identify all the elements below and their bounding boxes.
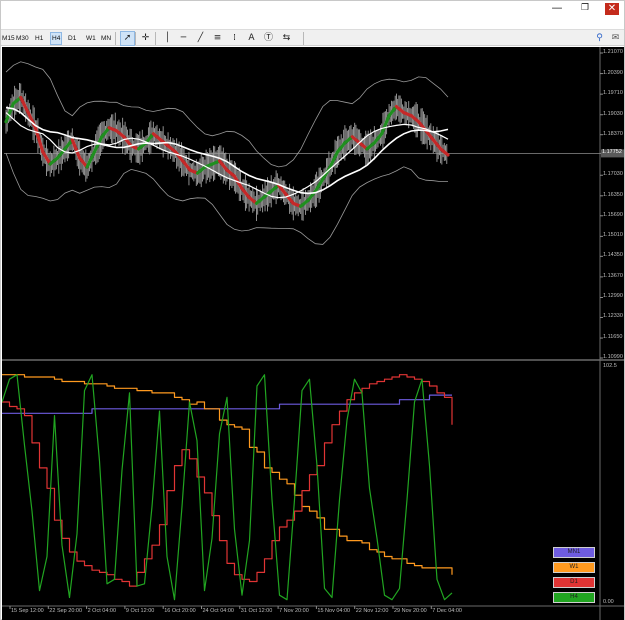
terminal-window: — ❐ ✕ M15 M30 H1 H4 D1 W1 MN ➚ ✛ │ ─ ╱ ≡ ⁞ A Ⓣ ⇆ ⚲ ✉ 1.… <box>0 0 625 620</box>
time-label: 7 Nov 20:00 <box>279 608 309 614</box>
vertical-line-icon[interactable]: │ <box>161 32 174 45</box>
price-label: 1.15010 <box>603 232 623 239</box>
price-label: 1.15690 <box>603 211 623 218</box>
time-label: 31 Oct 12:00 <box>240 608 273 614</box>
timeframe-h4[interactable]: H4 <box>49 32 63 45</box>
chart-toolbar: M15 M30 H1 H4 D1 W1 MN ➚ ✛ │ ─ ╱ ≡ ⁞ A Ⓣ ⇆ ⚲ ✉ <box>1 29 624 46</box>
time-label: 7 Dec 04:00 <box>432 608 462 614</box>
toolbar-separator <box>135 32 136 45</box>
toolbar-separator <box>303 32 304 45</box>
indicator-max-label: 102.5 <box>603 363 617 369</box>
price-label: 1.21070 <box>603 49 623 55</box>
time-label: 16 Oct 20:00 <box>164 608 196 614</box>
price-label: 1.12990 <box>603 293 623 300</box>
channel-icon[interactable]: ≡ <box>211 32 224 45</box>
current-price-label: 1.17752 <box>602 149 622 156</box>
price-label: 1.18370 <box>603 130 623 137</box>
price-label: 1.13670 <box>603 272 623 279</box>
price-label: 1.11650 <box>603 334 623 341</box>
timeframe-m15[interactable]: M15 <box>2 33 15 44</box>
text-label-icon[interactable]: Ⓣ <box>262 32 275 45</box>
timeframe-w1[interactable]: W1 <box>86 33 96 44</box>
price-label: 1.19030 <box>603 110 623 117</box>
price-label: 1.14350 <box>603 252 623 259</box>
shapes-menu-icon[interactable]: ⇆ <box>280 32 293 45</box>
time-label: 22 Sep 20:00 <box>49 608 83 614</box>
toolbar-separator <box>155 32 156 45</box>
maximize-button[interactable]: ❐ <box>571 1 599 15</box>
price-label: 1.16350 <box>603 191 623 198</box>
legend-item-mn1[interactable]: MN1 <box>553 547 595 558</box>
time-label: 24 Oct 04:00 <box>202 608 235 614</box>
legend-item-h4[interactable]: H4 <box>553 592 595 603</box>
close-button[interactable]: ✕ <box>598 1 625 15</box>
close-icon: ✕ <box>605 3 619 15</box>
search-icon[interactable]: ⚲ <box>593 32 606 45</box>
trendline-icon[interactable]: ╱ <box>194 32 207 45</box>
crosshair-icon[interactable]: ✛ <box>139 32 152 45</box>
minimize-button[interactable]: — <box>543 1 571 15</box>
price-label: 1.12330 <box>603 313 623 320</box>
time-label: 15 Nov 04:00 <box>317 608 351 614</box>
time-label: 22 Nov 12:00 <box>355 608 389 614</box>
timeframe-h1[interactable]: H1 <box>35 33 43 44</box>
timeframe-d1[interactable]: D1 <box>68 33 76 44</box>
price-label: 1.20390 <box>603 69 623 76</box>
chat-icon[interactable]: ✉ <box>609 32 622 45</box>
legend-item-w1[interactable]: W1 <box>553 562 595 573</box>
timeframe-m30[interactable]: M30 <box>16 33 29 44</box>
indicator-min-label: 0.00 <box>603 599 614 605</box>
price-label: 1.19710 <box>603 90 623 97</box>
time-label: 2 Oct 04:00 <box>87 608 117 614</box>
time-label: 29 Nov 20:00 <box>394 608 427 614</box>
chart-area[interactable]: 1.21070 1.20390 1.19710 1.19030 1.18370 1.177… <box>2 47 624 620</box>
price-label: 1.17030 <box>603 171 623 178</box>
text-icon[interactable]: A <box>245 32 258 45</box>
chart-canvas <box>2 47 624 620</box>
price-label: 1.10990 <box>603 354 623 360</box>
fibonacci-icon[interactable]: ⁞ <box>228 32 241 45</box>
time-label: 15 Sep 12:00 <box>11 608 44 614</box>
time-label: 9 Oct 12:00 <box>125 608 155 614</box>
legend-item-d1[interactable]: D1 <box>553 577 595 588</box>
title-bar: — ❐ ✕ <box>1 1 624 15</box>
cursor-icon[interactable]: ➚ <box>120 31 135 46</box>
horizontal-line-icon[interactable]: ─ <box>177 32 190 45</box>
timeframe-mn[interactable]: MN <box>101 33 111 44</box>
toolbar-separator <box>115 32 116 45</box>
